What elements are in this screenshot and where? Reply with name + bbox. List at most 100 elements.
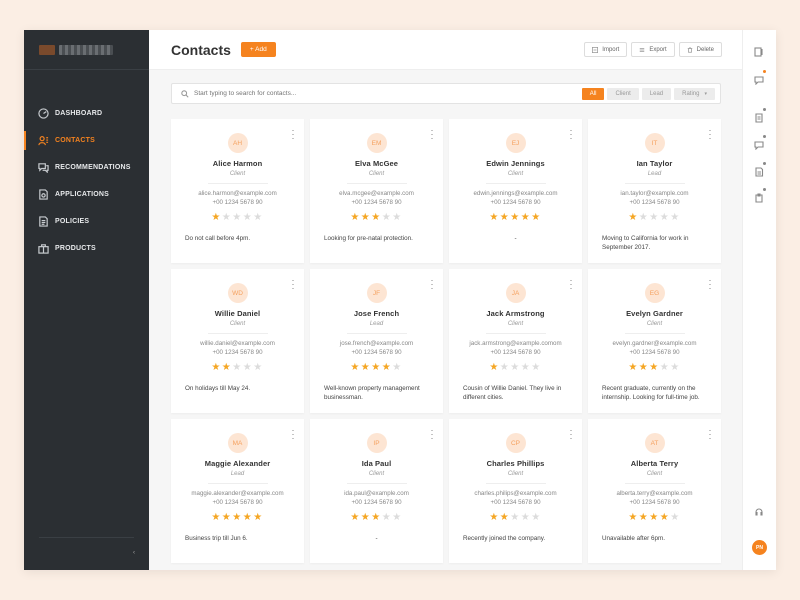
contact-avatar: IP bbox=[366, 433, 387, 453]
more-vertical-icon[interactable]: · · · bbox=[569, 276, 573, 293]
star-icon: ★ bbox=[392, 212, 403, 223]
sidebar-item-applications[interactable]: APPLICATIONS bbox=[24, 181, 149, 208]
contact-avatar: MA bbox=[227, 433, 248, 453]
contact-card[interactable]: · · · AT Alberta Terry Client alberta.terry@ex… bbox=[588, 419, 721, 563]
import-label: Import bbox=[602, 46, 620, 53]
contact-card[interactable]: · · · JA Jack Armstrong Client jack.armstrong@… bbox=[449, 269, 582, 413]
search-input[interactable] bbox=[194, 90, 582, 97]
star-icon: ★ bbox=[221, 212, 233, 223]
messages-icon[interactable] bbox=[754, 134, 767, 151]
more-vertical-icon[interactable]: · · · bbox=[430, 426, 434, 443]
star-icon: ★ bbox=[670, 512, 681, 523]
star-icon: ★ bbox=[649, 362, 660, 373]
contact-card[interactable]: · · · IP Ida Paul Client ida.paul@example.com +… bbox=[310, 419, 443, 563]
filter-rating-dropdown[interactable]: Rating ▾ bbox=[674, 87, 715, 100]
contact-avatar: EJ bbox=[505, 133, 526, 153]
contact-phone: +00 1234 5678 90 bbox=[212, 199, 263, 206]
star-icon: ★ bbox=[360, 212, 372, 223]
star-icon: ★ bbox=[531, 362, 542, 373]
notification-badge bbox=[762, 161, 767, 166]
rating-stars: ★★★★★ bbox=[449, 363, 582, 373]
collapse-sidebar-icon[interactable]: ‹ bbox=[133, 550, 135, 556]
star-icon: ★ bbox=[510, 212, 521, 223]
more-vertical-icon[interactable]: · · · bbox=[708, 426, 712, 443]
contact-email: evelyn.gardner@example.com bbox=[612, 340, 697, 347]
contact-avatar: AT bbox=[644, 433, 665, 453]
notification-badge bbox=[762, 187, 767, 192]
sidebar-item-dashboard[interactable]: DASHBOARD bbox=[24, 100, 149, 127]
more-vertical-icon[interactable]: · · · bbox=[430, 276, 434, 293]
sidebar-item-policies[interactable]: POLICIES bbox=[24, 208, 149, 235]
contact-card[interactable]: · · · EG Evelyn Gardner Client evelyn.gardner@… bbox=[588, 269, 721, 413]
chat-icon[interactable] bbox=[754, 69, 767, 86]
sidebar-nav: DASHBOARD CONTACTS RECOMMENDATIONS APPLI… bbox=[24, 100, 149, 262]
more-vertical-icon[interactable]: · · · bbox=[291, 426, 295, 443]
contact-card[interactable]: · · · IT Ian Taylor Lead ian.taylor@example.co… bbox=[588, 119, 721, 263]
star-icon: ★ bbox=[221, 512, 233, 523]
import-button[interactable]: Import bbox=[584, 42, 628, 57]
logo-mark bbox=[39, 44, 55, 55]
star-icon: ★ bbox=[628, 212, 639, 223]
contact-name: Ida Paul bbox=[361, 459, 392, 468]
filter-client[interactable]: Client bbox=[607, 87, 639, 100]
rating-stars: ★★★★★ bbox=[588, 513, 721, 523]
filter-lead[interactable]: Lead bbox=[641, 87, 672, 100]
user-avatar[interactable]: PN bbox=[752, 540, 767, 555]
star-icon: ★ bbox=[659, 362, 671, 373]
contact-name: Elva McGee bbox=[354, 159, 399, 168]
export-label: Export bbox=[649, 46, 667, 53]
page-title: Contacts bbox=[171, 41, 231, 58]
main-content: Contacts + Add Import Export Delete Star… bbox=[149, 30, 742, 570]
contact-avatar: IT bbox=[644, 133, 665, 153]
contact-role: Lead bbox=[207, 471, 268, 484]
contact-card[interactable]: · · · EM Elva McGee Client elva.mcgee@example.… bbox=[310, 119, 443, 263]
star-icon: ★ bbox=[350, 212, 361, 223]
contact-card[interactable]: · · · MA Maggie Alexander Lead maggie.alexande… bbox=[171, 419, 304, 563]
contact-card[interactable]: · · · JF Jose French Lead jose.french@example.… bbox=[310, 269, 443, 413]
add-contact-button[interactable]: + Add bbox=[240, 42, 276, 57]
contact-phone: +00 1234 5678 90 bbox=[212, 499, 263, 506]
more-vertical-icon[interactable]: · · · bbox=[291, 276, 295, 293]
sidebar-item-label: APPLICATIONS bbox=[55, 191, 109, 198]
star-icon: ★ bbox=[242, 512, 254, 523]
contact-card[interactable]: · · · EJ Edwin Jennings Client edwin.jennings@… bbox=[449, 119, 582, 263]
clipboard-icon[interactable] bbox=[754, 187, 767, 203]
sidebar-divider bbox=[39, 537, 134, 538]
contact-phone: +00 1234 5678 90 bbox=[351, 349, 402, 356]
delete-label: Delete bbox=[696, 46, 714, 53]
sidebar-item-products[interactable]: PRODUCTS bbox=[24, 235, 149, 262]
sidebar-item-contacts[interactable]: CONTACTS bbox=[24, 127, 149, 154]
contact-role: Lead bbox=[624, 171, 685, 184]
star-icon: ★ bbox=[381, 512, 393, 523]
contacts-icon[interactable] bbox=[754, 44, 764, 57]
contact-note: - bbox=[375, 535, 378, 542]
filter-all[interactable]: All bbox=[581, 87, 605, 100]
more-vertical-icon[interactable]: · · · bbox=[708, 126, 712, 143]
rating-stars: ★★★★★ bbox=[310, 363, 443, 373]
export-button[interactable]: Export bbox=[631, 42, 675, 57]
sidebar-item-recommendations[interactable]: RECOMMENDATIONS bbox=[24, 154, 149, 181]
contact-phone: +00 1234 5678 90 bbox=[490, 499, 541, 506]
contact-note: Recent graduate, currently on the intern… bbox=[602, 385, 700, 401]
star-icon: ★ bbox=[531, 512, 542, 523]
contact-card[interactable]: · · · CP Charles Phillips Client charles.phili… bbox=[449, 419, 582, 563]
contact-name: Maggie Alexander bbox=[204, 459, 271, 468]
document-icon[interactable] bbox=[754, 161, 767, 177]
logo[interactable] bbox=[24, 30, 149, 70]
contact-note: Looking for pre-natal protection. bbox=[324, 235, 413, 242]
app-window: DASHBOARD CONTACTS RECOMMENDATIONS APPLI… bbox=[24, 30, 776, 570]
more-vertical-icon[interactable]: · · · bbox=[569, 426, 573, 443]
contact-card[interactable]: · · · WD Willie Daniel Client willie.daniel@ex… bbox=[171, 269, 304, 413]
more-vertical-icon[interactable]: · · · bbox=[291, 126, 295, 143]
notes-icon[interactable] bbox=[754, 107, 767, 123]
contact-phone: +00 1234 5678 90 bbox=[629, 199, 680, 206]
products-icon bbox=[38, 243, 49, 254]
delete-button[interactable]: Delete bbox=[678, 42, 722, 57]
contact-phone: +00 1234 5678 90 bbox=[629, 349, 680, 356]
more-vertical-icon[interactable]: · · · bbox=[708, 276, 712, 293]
more-vertical-icon[interactable]: · · · bbox=[569, 126, 573, 143]
contact-card[interactable]: · · · AH Alice Harmon Client alice.harmon@exam… bbox=[171, 119, 304, 263]
support-icon[interactable] bbox=[754, 504, 764, 516]
more-vertical-icon[interactable]: · · · bbox=[430, 126, 434, 143]
star-icon: ★ bbox=[638, 362, 650, 373]
